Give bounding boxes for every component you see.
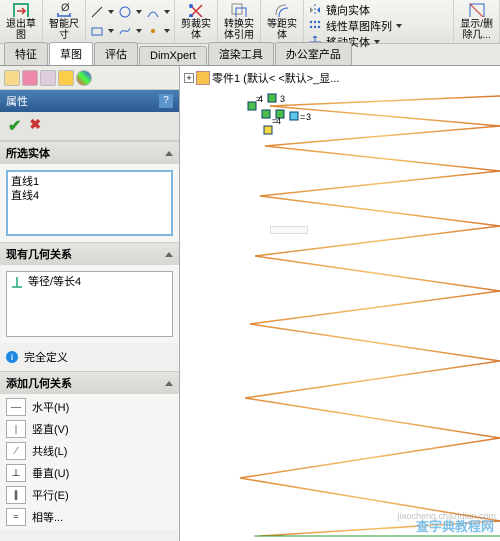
rect-icon[interactable] <box>90 24 104 38</box>
arc-icon[interactable] <box>146 5 160 19</box>
convert-label: 转换实 体引用 <box>224 19 254 41</box>
status-text: 完全定义 <box>24 349 68 365</box>
offset-icon <box>273 2 291 17</box>
dropdown-icon[interactable] <box>164 10 170 14</box>
relation-vertical[interactable]: |竖直(V) <box>0 418 179 440</box>
list-item[interactable]: 等径/等长4 <box>28 275 81 333</box>
exit-sketch-button[interactable]: 退出草 图 <box>0 0 43 43</box>
existing-relations-list[interactable]: 等径/等长4 <box>6 271 173 337</box>
panel-title: 属性 <box>6 93 28 109</box>
exit-sketch-label: 退出草 图 <box>6 19 36 41</box>
relation-collinear[interactable]: ⁄共线(L) <box>0 440 179 462</box>
tab-office[interactable]: 办公室产品 <box>275 42 352 65</box>
render-manager-icon[interactable] <box>76 70 92 86</box>
cancel-button[interactable]: ✖ <box>29 116 41 136</box>
horizontal-icon: — <box>6 398 26 416</box>
trim-button[interactable]: 剪裁实 体 <box>175 0 218 43</box>
property-manager: 属性 ? ✔ ✖ 所选实体 直线1 直线4 现有几何关系 等径/等长4 <box>0 66 180 541</box>
ok-cancel-bar: ✔ ✖ <box>0 112 179 141</box>
relation-equal[interactable]: =相等... <box>0 506 179 528</box>
svg-text:3: 3 <box>280 94 285 104</box>
circle-icon[interactable] <box>118 5 132 19</box>
trim-label: 剪裁实 体 <box>181 19 211 41</box>
perpendicular-icon: ⊥ <box>6 464 26 482</box>
svg-text:4: 4 <box>258 94 263 104</box>
selected-entities-list[interactable]: 直线1 直线4 <box>6 170 173 236</box>
dropdown-icon[interactable] <box>136 29 142 33</box>
chevron-up-icon <box>165 151 173 156</box>
panel-header: 属性 ? <box>0 90 179 112</box>
convert-icon <box>230 2 248 17</box>
smart-dim-label: 智能尺 寸 <box>49 19 79 41</box>
mirror-icon[interactable] <box>308 3 322 17</box>
svg-text:4: 4 <box>276 116 281 126</box>
dropdown-icon[interactable] <box>108 10 114 14</box>
info-icon: i <box>6 351 18 363</box>
selected-entities-header[interactable]: 所选实体 <box>0 142 179 164</box>
tab-dimxpert[interactable]: DimXpert <box>139 46 207 65</box>
equal-icon: = <box>6 508 26 526</box>
add-relations-list: —水平(H) |竖直(V) ⁄共线(L) ⊥垂直(U) ∥平行(E) =相等..… <box>0 394 179 530</box>
perpendicular-icon <box>10 275 24 289</box>
exit-sketch-icon <box>12 2 30 17</box>
point-icon[interactable] <box>146 24 160 38</box>
smart-dim-button[interactable]: Ø 智能尺 寸 <box>43 0 86 43</box>
tab-features[interactable]: 特征 <box>4 42 48 65</box>
convert-button[interactable]: 转换实 体引用 <box>218 0 261 43</box>
dropdown-icon[interactable] <box>374 40 380 44</box>
existing-relations-header[interactable]: 现有几何关系 <box>0 243 179 265</box>
tab-render[interactable]: 渲染工具 <box>208 42 274 65</box>
line-icon[interactable] <box>90 5 104 19</box>
svg-text:3: 3 <box>306 112 311 122</box>
definition-status: i 完全定义 <box>0 343 179 371</box>
svg-text:=: = <box>300 112 305 122</box>
chevron-up-icon <box>165 252 173 257</box>
tooltip-box <box>270 226 308 234</box>
trim-icon <box>187 2 205 17</box>
transform-group: 镜向实体 线性草图阵列 移动实体 <box>304 0 454 43</box>
display-delete-icon <box>468 2 486 17</box>
feature-manager-icon[interactable] <box>4 70 20 86</box>
vertical-icon: | <box>6 420 26 438</box>
graphics-area[interactable]: + 零件1 (默认< <默认>_显... <box>180 66 500 541</box>
chevron-up-icon <box>165 381 173 386</box>
parallel-icon: ∥ <box>6 486 26 504</box>
sketch-tools-group <box>86 0 175 43</box>
add-relations-header[interactable]: 添加几何关系 <box>0 372 179 394</box>
property-manager-icon[interactable] <box>22 70 38 86</box>
dropdown-icon[interactable] <box>108 29 114 33</box>
display-delete-button[interactable]: 显示/删 除几... <box>454 0 500 43</box>
offset-button[interactable]: 等距实 体 <box>261 0 304 43</box>
dropdown-icon[interactable] <box>396 24 402 28</box>
help-icon[interactable]: ? <box>159 94 173 108</box>
tab-evaluate[interactable]: 评估 <box>94 42 138 65</box>
tab-sketch[interactable]: 草图 <box>49 42 93 65</box>
display-delete-label: 显示/删 除几... <box>460 19 493 41</box>
relation-perpendicular[interactable]: ⊥垂直(U) <box>0 462 179 484</box>
manager-tab-icons <box>0 66 179 90</box>
sketch-graphics: =4 3 =4 =3 <box>180 66 500 541</box>
svg-text:Ø: Ø <box>61 2 70 14</box>
dimxpert-manager-icon[interactable] <box>58 70 74 86</box>
pattern-label[interactable]: 线性草图阵列 <box>326 18 392 34</box>
collinear-icon: ⁄ <box>6 442 26 460</box>
ok-button[interactable]: ✔ <box>8 116 21 136</box>
dropdown-icon[interactable] <box>136 10 142 14</box>
pattern-icon[interactable] <box>308 19 322 33</box>
spline-icon[interactable] <box>118 24 132 38</box>
list-item[interactable]: 直线1 <box>11 175 168 189</box>
mirror-label[interactable]: 镜向实体 <box>326 2 370 18</box>
offset-label: 等距实 体 <box>267 19 297 41</box>
relation-parallel[interactable]: ∥平行(E) <box>0 484 179 506</box>
smart-dim-icon: Ø <box>55 2 73 17</box>
config-manager-icon[interactable] <box>40 70 56 86</box>
list-item[interactable]: 直线4 <box>11 189 168 203</box>
watermark-text: 查字典教程网 <box>416 516 494 535</box>
dropdown-icon[interactable] <box>164 29 170 33</box>
relation-horizontal[interactable]: —水平(H) <box>0 396 179 418</box>
